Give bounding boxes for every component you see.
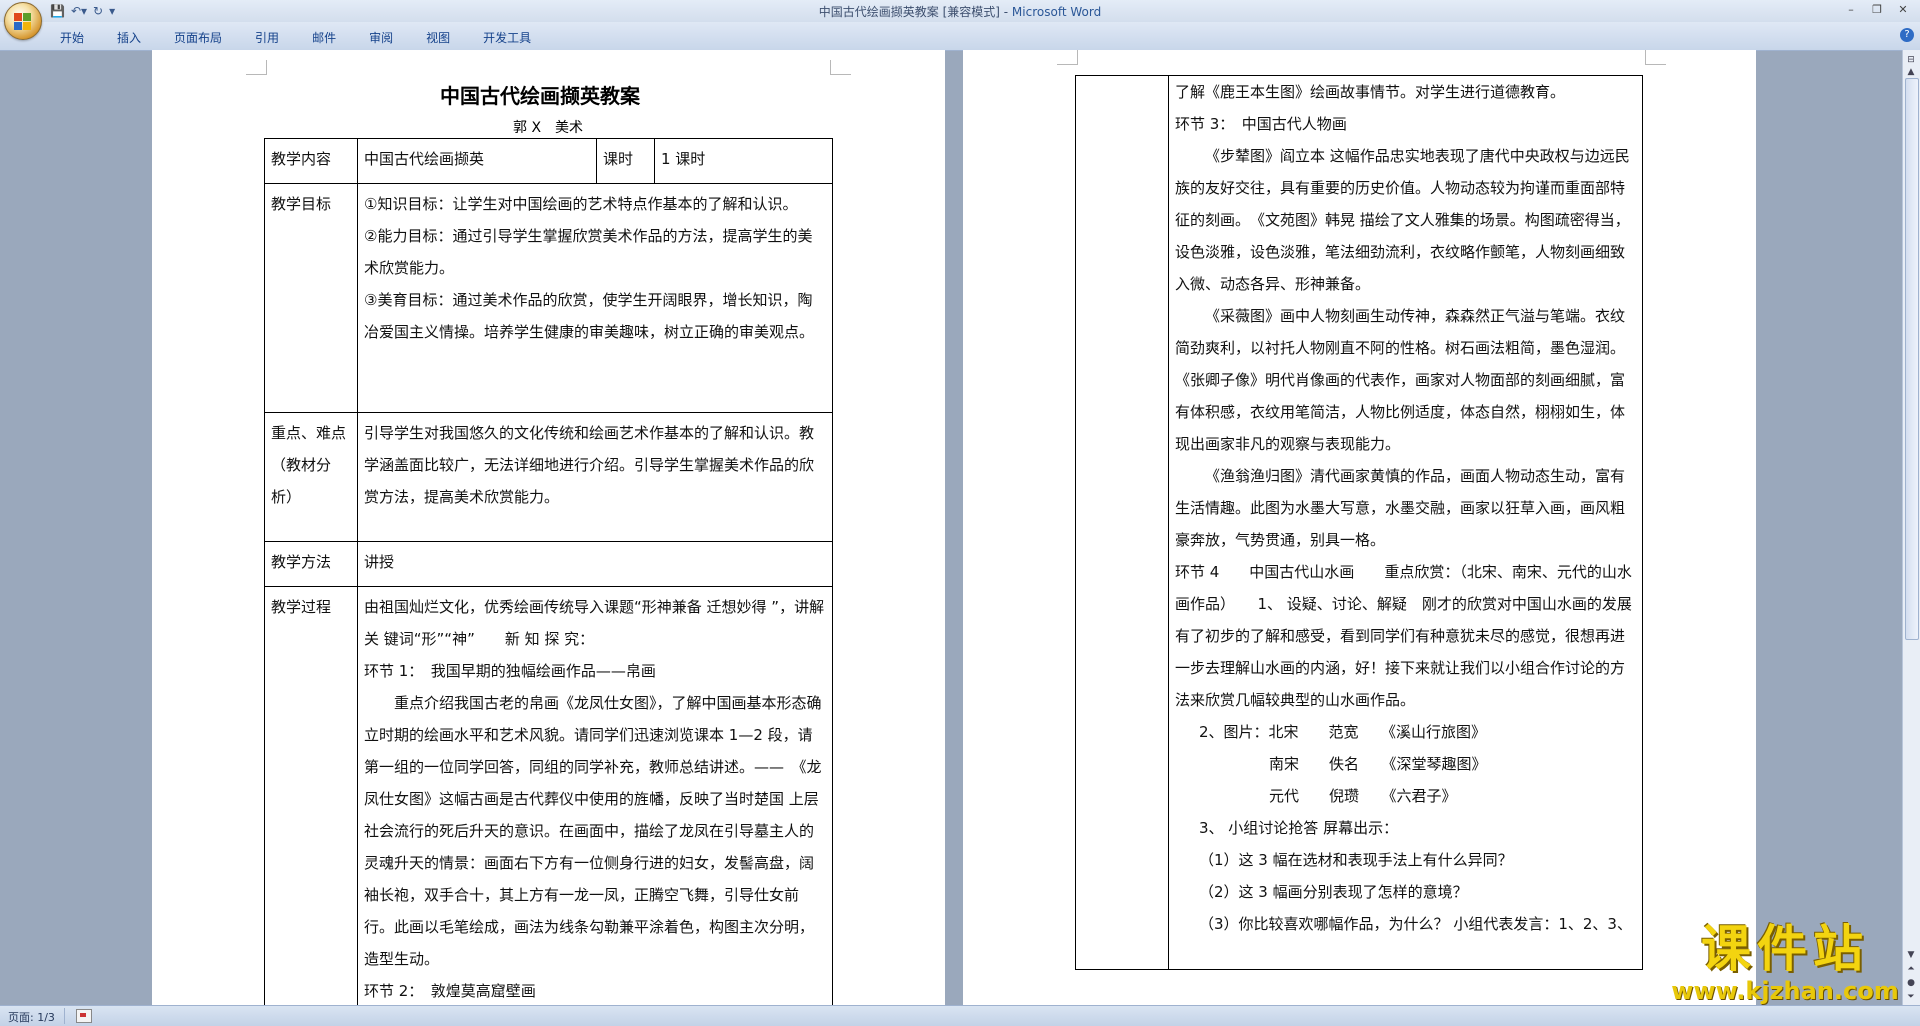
tab-developer[interactable]: 开发工具 [483, 29, 531, 46]
cell-label[interactable]: 重点、难点（教材分析） [264, 412, 358, 542]
cell-value[interactable]: 中国古代绘画撷英 [357, 138, 597, 184]
restore-icon[interactable]: ❐ [1864, 1, 1890, 19]
cell-label[interactable] [1075, 75, 1169, 970]
tab-home[interactable]: 开始 [60, 29, 84, 46]
status-bar: 页面: 1/3 [0, 1005, 1920, 1026]
title-bar: 💾 ↶▾ ↻ ▾ 中国古代绘画撷英教案 [兼容模式] - Microsoft W… [0, 0, 1920, 22]
lesson-plan-table: 教学内容 中国古代绘画撷英 课时 1 课时 教学目标 ①知识目标：让学生对中国绘… [264, 138, 833, 1008]
cell-process[interactable]: 由祖国灿烂文化，优秀绘画传统导入课题“形神兼备 迁想妙得 ”，讲解关 键词“形”… [357, 586, 833, 1008]
document-name: 中国古代绘画撷英教案 [兼容模式] - [818, 5, 1012, 19]
crop-mark [246, 60, 267, 75]
cell-label[interactable]: 教学目标 [264, 183, 358, 413]
window-title: 中国古代绘画撷英教案 [兼容模式] - Microsoft Word [0, 3, 1920, 20]
previous-page-icon[interactable]: ⏶ [1905, 963, 1917, 975]
office-logo-part [14, 22, 22, 30]
cell-method[interactable]: 讲授 [357, 541, 833, 587]
process-line: 《渔翁渔归图》清代画家黄慎的作品，画面人物动态生动，富有生活情趣。此图为水墨大写… [1175, 467, 1626, 549]
office-button[interactable] [4, 2, 42, 40]
tab-view[interactable]: 视图 [426, 29, 450, 46]
cell-label[interactable]: 教学过程 [264, 586, 358, 1008]
vertical-scrollbar[interactable]: ⊟ ▲ ▼ ⏶ ● ⏷ [1902, 50, 1920, 1005]
scroll-up-icon[interactable]: ▲ [1905, 66, 1917, 78]
cell-value[interactable]: 1 课时 [654, 138, 833, 184]
cell-label[interactable]: 教学方法 [264, 541, 358, 587]
table-row: 教学过程 由祖国灿烂文化，优秀绘画传统导入课题“形神兼备 迁想妙得 ”，讲解关 … [264, 586, 833, 1008]
tab-page-layout[interactable]: 页面布局 [174, 29, 222, 46]
process-line: 2、图片：北宋 范宽 《溪山行旅图》 [1199, 723, 1487, 741]
cell-label[interactable]: 教学内容 [264, 138, 358, 184]
minimize-icon[interactable]: – [1838, 1, 1864, 19]
office-logo-part [23, 13, 31, 21]
ribbon: 开始 插入 页面布局 引用 邮件 审阅 视图 开发工具 ? [0, 22, 1920, 51]
table-row: 重点、难点（教材分析） 引导学生对我国悠久的文化传统和绘画艺术作基本的了解和认识… [264, 412, 833, 542]
ruler-toggle-icon[interactable]: ⊟ [1905, 54, 1917, 66]
table-row: 了解《鹿王本生图》绘画故事情节。对学生进行道德教育。 环节 3： 中国古代人物画… [1075, 75, 1643, 970]
tab-review[interactable]: 审阅 [369, 29, 393, 46]
close-icon[interactable]: ✕ [1890, 1, 1916, 19]
browse-object-icon[interactable]: ● [1905, 977, 1917, 989]
office-logo-icon [14, 13, 22, 21]
status-separator [64, 1008, 65, 1024]
cell-label[interactable]: 课时 [596, 138, 655, 184]
process-line: （1）这 3 幅在选材和表现手法上有什么异同？ [1199, 851, 1513, 869]
table-row: 教学方法 讲授 [264, 541, 833, 587]
process-line: 《步辇图》阎立本 这幅作品忠实地表现了唐代中央政权与边远民族的友好交往，具有重要… [1175, 147, 1630, 293]
next-page-icon[interactable]: ⏷ [1905, 991, 1917, 1003]
crop-mark [1057, 50, 1078, 65]
process-line: 环节 3： 中国古代人物画 [1175, 115, 1347, 133]
cell-goals[interactable]: ①知识目标：让学生对中国绘画的艺术特点作基本的了解和认识。 ②能力目标：通过引导… [357, 183, 833, 413]
proofing-icon[interactable] [76, 1009, 92, 1023]
ribbon-tabs: 开始 插入 页面布局 引用 邮件 审阅 视图 开发工具 [60, 29, 564, 46]
process-line: 重点介绍我国古老的帛画《龙凤仕女图》，了解中国画基本形态确立时期的绘画水平和艺术… [364, 694, 822, 968]
process-line: 元代 倪瓒 《六君子》 [1269, 787, 1457, 805]
tab-insert[interactable]: 插入 [117, 29, 141, 46]
crop-mark [830, 60, 851, 75]
table-row: 教学目标 ①知识目标：让学生对中国绘画的艺术特点作基本的了解和认识。 ②能力目标… [264, 183, 833, 413]
document-title[interactable]: 中国古代绘画撷英教案 [440, 80, 640, 109]
table-row: 教学内容 中国古代绘画撷英 课时 1 课时 [264, 138, 833, 184]
process-line: 了解《鹿王本生图》绘画故事情节。对学生进行道德教育。 [1175, 83, 1566, 101]
lesson-plan-table-continued: 了解《鹿王本生图》绘画故事情节。对学生进行道德教育。 环节 3： 中国古代人物画… [1075, 75, 1643, 970]
process-line: 由祖国灿烂文化，优秀绘画传统导入课题“形神兼备 迁想妙得 ”，讲解关 键词“形”… [364, 598, 825, 648]
scroll-down-icon[interactable]: ▼ [1905, 949, 1917, 961]
watermark-text: 课件站 [1701, 920, 1869, 978]
goal-line: ①知识目标：让学生对中国绘画的艺术特点作基本的了解和认识。 [364, 195, 798, 213]
tab-mailings[interactable]: 邮件 [312, 29, 336, 46]
process-line: （2）这 3 幅画分别表现了怎样的意境？ [1199, 883, 1468, 901]
process-line: 环节 4 中国古代山水画 重点欣赏：（北宋、南宋、元代的山水画作品） 1、 设疑… [1175, 563, 1632, 709]
goal-line: ②能力目标：通过引导学生掌握欣赏美术作品的方法，提高学生的美术欣赏能力。 [364, 227, 813, 277]
office-logo-part [23, 22, 31, 30]
goal-line: ③美育目标：通过美术作品的欣赏，使学生开阔眼界，增长知识，陶冶爱国主义情操。培养… [364, 291, 815, 341]
process-line: 环节 2： 敦煌莫高窟壁画 [364, 982, 536, 1000]
process-line: 环节 1： 我国早期的独幅绘画作品——帛画 [364, 662, 656, 680]
watermark-logo: 课件站 www.kjzhan.com [1665, 920, 1905, 1004]
help-icon[interactable]: ? [1900, 28, 1914, 42]
scroll-thumb[interactable] [1905, 78, 1919, 640]
window-controls: – ❐ ✕ [1838, 1, 1916, 19]
crop-mark [1645, 50, 1666, 65]
watermark-url: www.kjzhan.com [1671, 977, 1899, 1005]
process-line: （3）你比较喜欢哪幅作品，为什么？ 小组代表发言：1、2、3、 [1199, 915, 1632, 933]
cell-process-continued[interactable]: 了解《鹿王本生图》绘画故事情节。对学生进行道德教育。 环节 3： 中国古代人物画… [1168, 75, 1643, 970]
process-line: 《采薇图》画中人物刻画生动传神，森森然正气溢与笔端。衣纹简劲爽利，以衬托人物刚直… [1175, 307, 1633, 453]
tab-references[interactable]: 引用 [255, 29, 279, 46]
app-name: Microsoft Word [1011, 5, 1102, 19]
document-author[interactable]: 郭 X 美术 [513, 117, 583, 137]
process-line: 南宋 佚名 《深堂琴趣图》 [1269, 755, 1487, 773]
page-indicator[interactable]: 页面: 1/3 [8, 1009, 55, 1025]
process-line: 3、 小组讨论抢答 屏幕出示： [1199, 819, 1399, 837]
cell-focus[interactable]: 引导学生对我国悠久的文化传统和绘画艺术作基本的了解和认识。教学涵盖面比较广，无法… [357, 412, 833, 542]
